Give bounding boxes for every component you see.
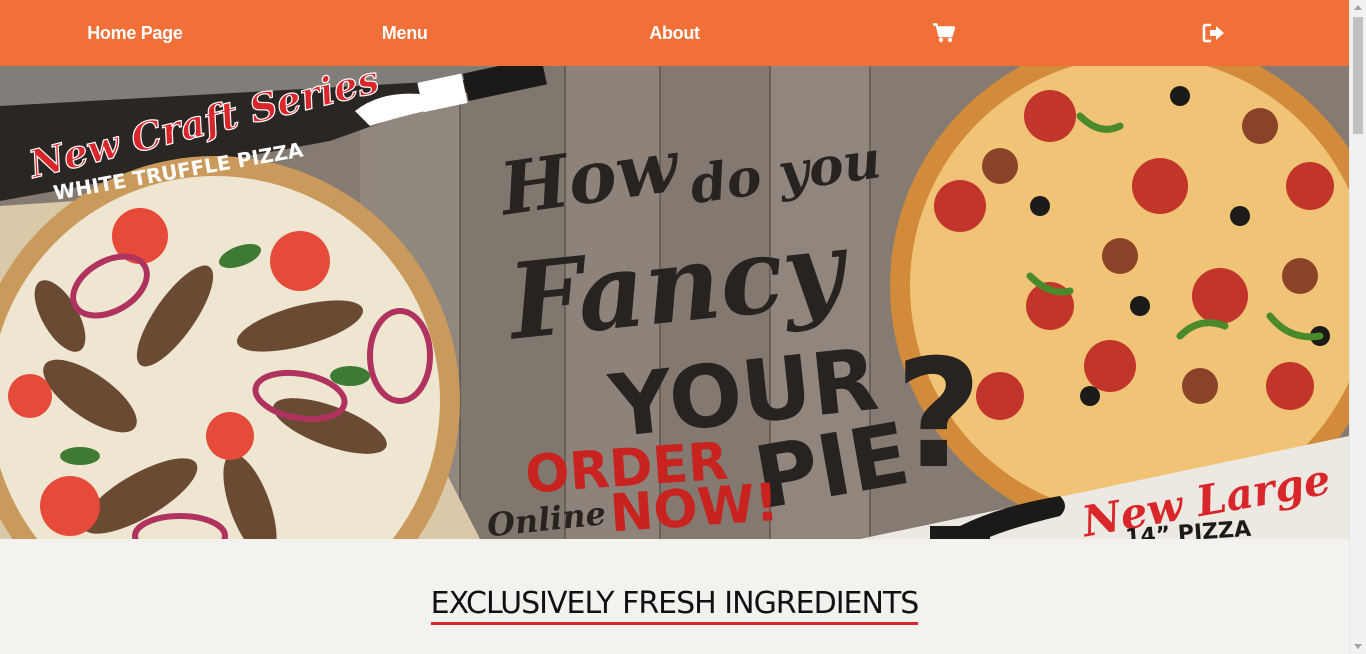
nav-home-label: Home Page: [87, 22, 183, 43]
nav-menu-label: Menu: [381, 22, 428, 43]
hero-illustration: How do you Fancy YOUR PIE ? ORDER Online…: [0, 66, 1349, 539]
nav-logout-link[interactable]: [1079, 0, 1349, 66]
cta-now: NOW!: [608, 473, 781, 539]
shopping-cart-icon: [933, 23, 956, 43]
nav-home-link[interactable]: Home Page: [0, 0, 270, 66]
headline-question-mark: ?: [895, 328, 982, 502]
scrollbar-thumb[interactable]: [1353, 17, 1363, 134]
scroll-down-arrow-icon[interactable]: [1354, 644, 1362, 649]
vertical-scrollbar[interactable]: [1349, 0, 1366, 654]
section-title-text: EXCLUSIVELY FRESH INGREDIENTS: [430, 586, 919, 625]
top-navbar: Home Page Menu About: [0, 0, 1349, 66]
hero-banner[interactable]: How do you Fancy YOUR PIE ? ORDER Online…: [0, 66, 1349, 539]
scroll-up-arrow-icon[interactable]: [1354, 5, 1362, 10]
nav-menu-link[interactable]: Menu: [270, 0, 540, 66]
nav-about-label: About: [649, 22, 700, 43]
page: Home Page Menu About How do you Fancy YO…: [0, 0, 1349, 654]
nav-cart-link[interactable]: [809, 0, 1079, 66]
sign-out-icon: [1202, 23, 1225, 43]
nav-about-link[interactable]: About: [540, 0, 810, 66]
section-heading: EXCLUSIVELY FRESH INGREDIENTS: [0, 586, 1349, 625]
